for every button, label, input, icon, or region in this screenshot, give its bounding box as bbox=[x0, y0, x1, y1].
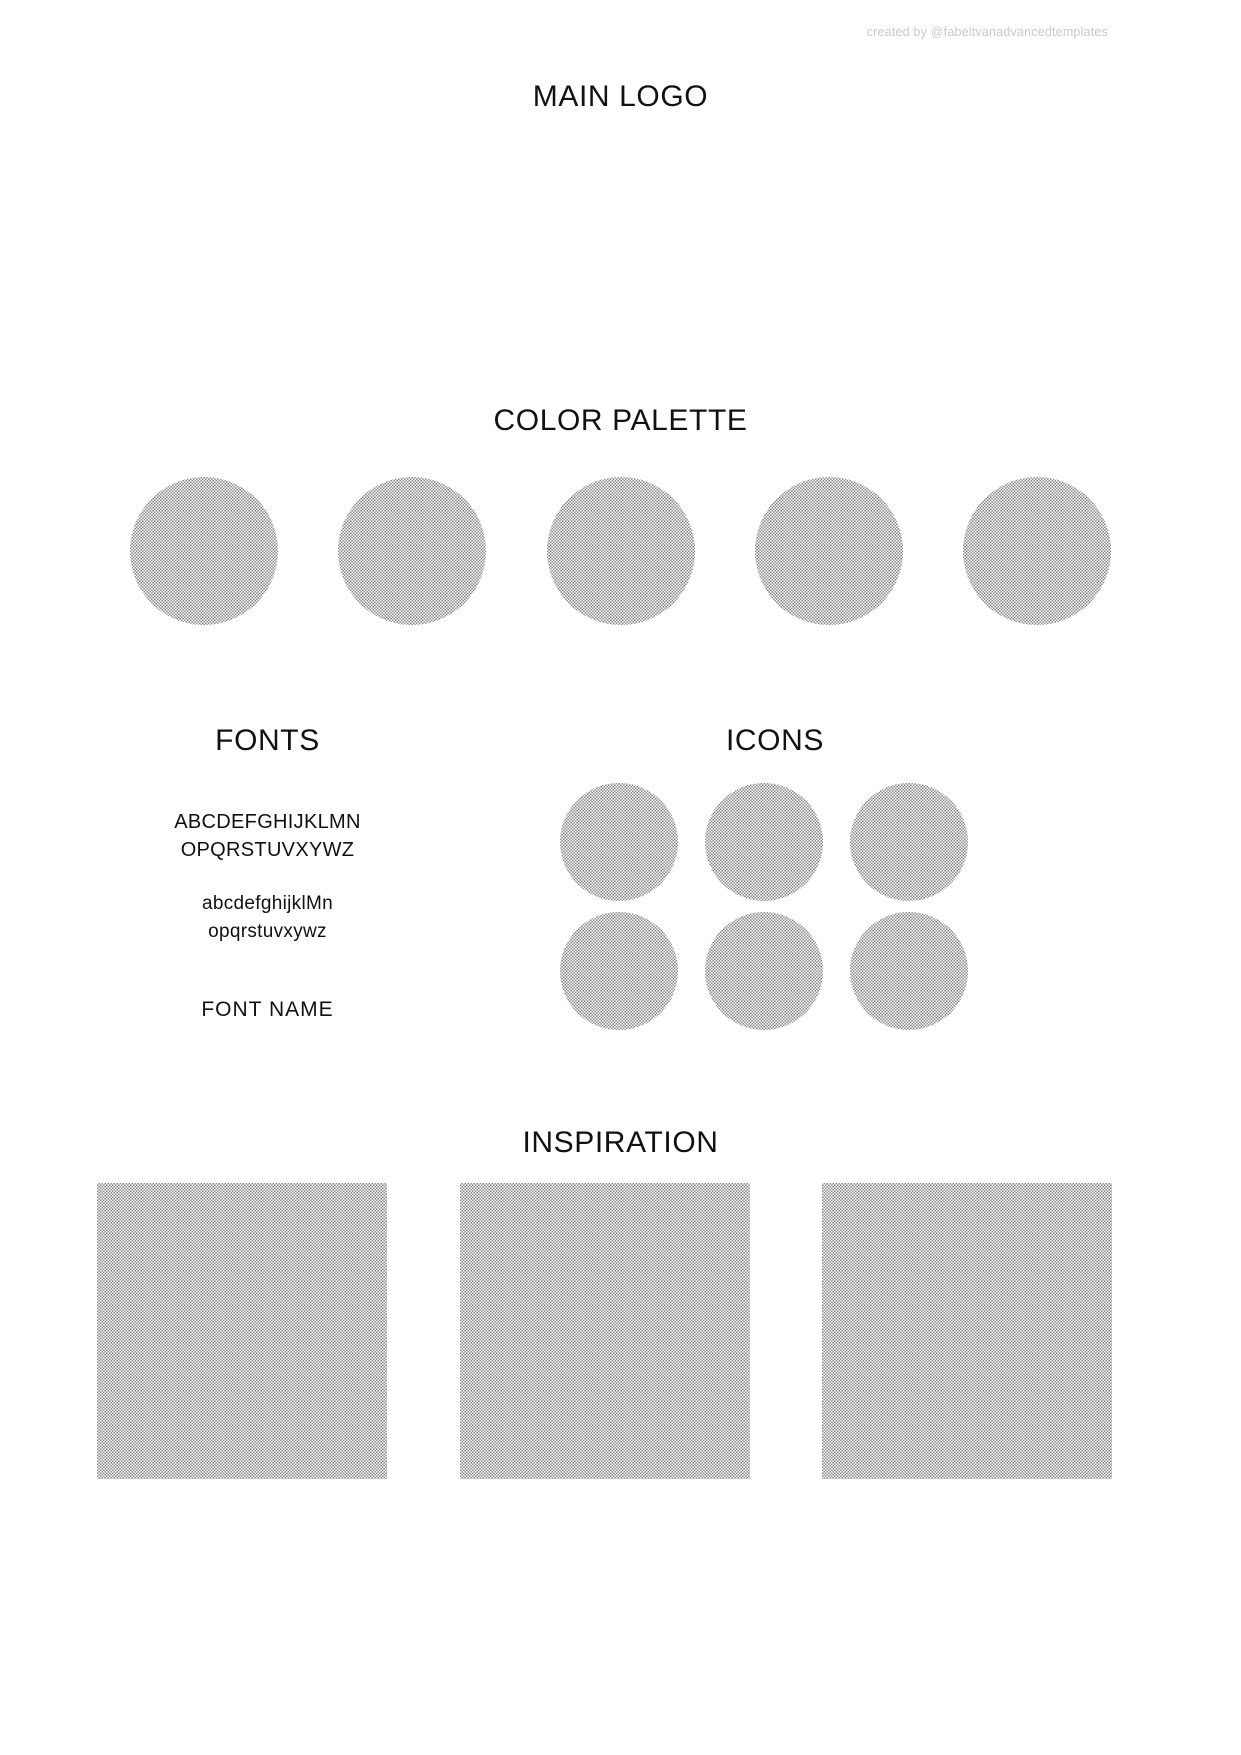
font-lowercase-sample: abcdefghijklMn opqrstuvxywz bbox=[132, 890, 403, 946]
color-swatch-1[interactable] bbox=[130, 477, 278, 625]
brand-board-page: created by @fabeltvanadvancedtemplates M… bbox=[0, 0, 1241, 1755]
inspiration-row bbox=[97, 1183, 1112, 1479]
icons-grid bbox=[560, 783, 980, 1030]
inspiration-image-2[interactable] bbox=[459, 1183, 750, 1479]
main-logo-heading: MAIN LOGO bbox=[532, 80, 709, 113]
icon-placeholder-2-icon[interactable] bbox=[705, 783, 823, 901]
font-lowercase-line-1: abcdefghijklMn bbox=[202, 893, 333, 914]
color-swatch-5[interactable] bbox=[963, 477, 1111, 625]
color-swatch-2[interactable] bbox=[338, 477, 487, 625]
color-palette-row bbox=[130, 477, 1111, 625]
color-swatch-3[interactable] bbox=[546, 477, 695, 625]
fonts-block: ABCDEFGHIJKLMN OPQRSTUVXYWZ abcdefghijkl… bbox=[132, 808, 403, 1022]
inspiration-heading: INSPIRATION bbox=[522, 1126, 719, 1159]
icon-placeholder-1-icon[interactable] bbox=[560, 783, 678, 901]
icon-placeholder-3-icon[interactable] bbox=[850, 783, 968, 901]
icon-placeholder-4-icon[interactable] bbox=[560, 912, 678, 1030]
color-swatch-4[interactable] bbox=[754, 477, 903, 625]
color-palette-heading: COLOR PALETTE bbox=[493, 404, 748, 437]
inspiration-image-3[interactable] bbox=[822, 1183, 1112, 1479]
icon-placeholder-5-icon[interactable] bbox=[705, 912, 823, 1030]
font-uppercase-line-1: ABCDEFGHIJKLMN bbox=[174, 811, 361, 833]
font-uppercase-line-2: OPQRSTUVXYWZ bbox=[180, 839, 355, 861]
font-uppercase-sample: ABCDEFGHIJKLMN OPQRSTUVXYWZ bbox=[132, 808, 403, 864]
icon-placeholder-6-icon[interactable] bbox=[850, 912, 968, 1030]
font-lowercase-line-2: opqrstuvxywz bbox=[208, 921, 327, 942]
credit-text: created by @fabeltvanadvancedtemplates bbox=[866, 25, 1108, 39]
font-name-label: FONT NAME bbox=[201, 998, 334, 1021]
icons-heading: ICONS bbox=[725, 724, 824, 757]
fonts-heading: FONTS bbox=[215, 724, 320, 757]
inspiration-image-1[interactable] bbox=[97, 1183, 387, 1479]
